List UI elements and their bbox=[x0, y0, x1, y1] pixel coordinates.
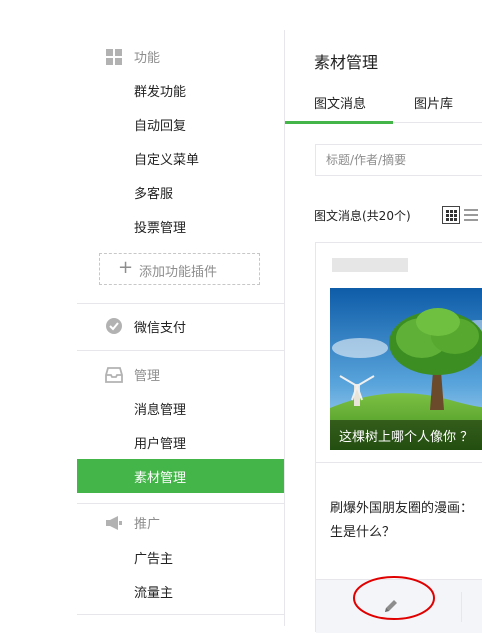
cover-image[interactable]: 这棵树上哪个人像你 ？ bbox=[330, 288, 482, 450]
card-date-placeholder bbox=[332, 258, 408, 272]
tab-articles[interactable]: 图文消息 bbox=[314, 93, 366, 112]
divider bbox=[77, 303, 284, 304]
second-article-line: 生是什么？ bbox=[330, 525, 396, 540]
list-view-button[interactable] bbox=[462, 206, 480, 224]
add-plugin-button[interactable]: + 添加功能插件 bbox=[99, 253, 260, 285]
sidebar-item-material-manage[interactable]: 素材管理 bbox=[77, 459, 284, 493]
sidebar-item-label: 自动回复 bbox=[134, 119, 187, 134]
tab-images[interactable]: 图片库 bbox=[414, 93, 453, 112]
wechat-pay-icon bbox=[106, 318, 122, 334]
sidebar-item-mass-send[interactable]: 群发功能 bbox=[77, 73, 284, 107]
sidebar-item-label: 用户管理 bbox=[134, 437, 187, 452]
card-divider bbox=[316, 462, 482, 463]
divider bbox=[77, 614, 284, 615]
divider bbox=[77, 350, 284, 351]
sidebar-item-label: 群发功能 bbox=[134, 85, 187, 100]
sidebar-item-label: 多客服 bbox=[134, 187, 174, 202]
annotation-circle bbox=[353, 576, 435, 620]
sidebar-item-vote-manage[interactable]: 投票管理 bbox=[77, 209, 284, 243]
active-tab-indicator bbox=[285, 121, 393, 124]
sidebar-item-label: 投票管理 bbox=[134, 221, 187, 236]
section-manage: 管理 bbox=[77, 359, 284, 389]
content-divider bbox=[284, 30, 285, 626]
sidebar-item-label: 微信支付 bbox=[134, 321, 187, 336]
section-function: 功能 bbox=[77, 41, 284, 71]
section-promo-label: 推广 bbox=[134, 517, 161, 532]
article-count: 图文消息(共20个) bbox=[314, 209, 411, 223]
sidebar-item-advertiser[interactable]: 广告主 bbox=[77, 540, 284, 574]
sidebar-item-customer-service[interactable]: 多客服 bbox=[77, 175, 284, 209]
page-title: 素材管理 bbox=[314, 53, 379, 72]
sidebar-item-user-manage[interactable]: 用户管理 bbox=[77, 425, 284, 459]
cover-caption-text: 这棵树上哪个人像你 ？ bbox=[339, 430, 474, 445]
megaphone-icon bbox=[106, 516, 122, 530]
sidebar-item-wechat-pay[interactable]: 微信支付 bbox=[77, 309, 284, 343]
plus-icon: + bbox=[118, 257, 134, 278]
sidebar-item-auto-reply[interactable]: 自动回复 bbox=[77, 107, 284, 141]
sidebar-item-label: 素材管理 bbox=[134, 471, 187, 486]
search-box bbox=[315, 144, 482, 176]
sidebar-item-label: 消息管理 bbox=[134, 403, 187, 418]
section-function-label: 功能 bbox=[134, 51, 161, 66]
sidebar-item-label: 广告主 bbox=[134, 552, 174, 567]
sidebar-item-message-manage[interactable]: 消息管理 bbox=[77, 391, 284, 425]
sidebar-item-custom-menu[interactable]: 自定义菜单 bbox=[77, 141, 284, 175]
grid-icon bbox=[106, 49, 122, 65]
sidebar: 功能 群发功能 自动回复 自定义菜单 多客服 投票管理 + 添加功能插件 微信支… bbox=[77, 30, 284, 626]
second-article-title[interactable]: 刷爆外国朋友圈的漫画： 生是什么？ bbox=[330, 497, 482, 545]
sidebar-item-label: 自定义菜单 bbox=[134, 153, 200, 168]
divider bbox=[77, 503, 284, 504]
second-article-line: 刷爆外国朋友圈的漫画： bbox=[330, 501, 474, 516]
cover-caption: 这棵树上哪个人像你 ？ bbox=[330, 420, 482, 450]
inbox-icon bbox=[105, 367, 123, 383]
add-plugin-label: 添加功能插件 bbox=[139, 265, 218, 280]
grid-view-button[interactable] bbox=[442, 206, 460, 224]
article-card[interactable]: 这棵树上哪个人像你 ？ 刷爆外国朋友圈的漫画： 生是什么？ bbox=[315, 242, 482, 633]
sidebar-item-publisher[interactable]: 流量主 bbox=[77, 574, 284, 608]
sidebar-item-label: 流量主 bbox=[134, 586, 174, 601]
section-manage-label: 管理 bbox=[134, 369, 161, 384]
search-input[interactable] bbox=[316, 145, 482, 175]
footer-divider bbox=[461, 592, 462, 622]
section-promo: 推广 bbox=[77, 507, 284, 537]
